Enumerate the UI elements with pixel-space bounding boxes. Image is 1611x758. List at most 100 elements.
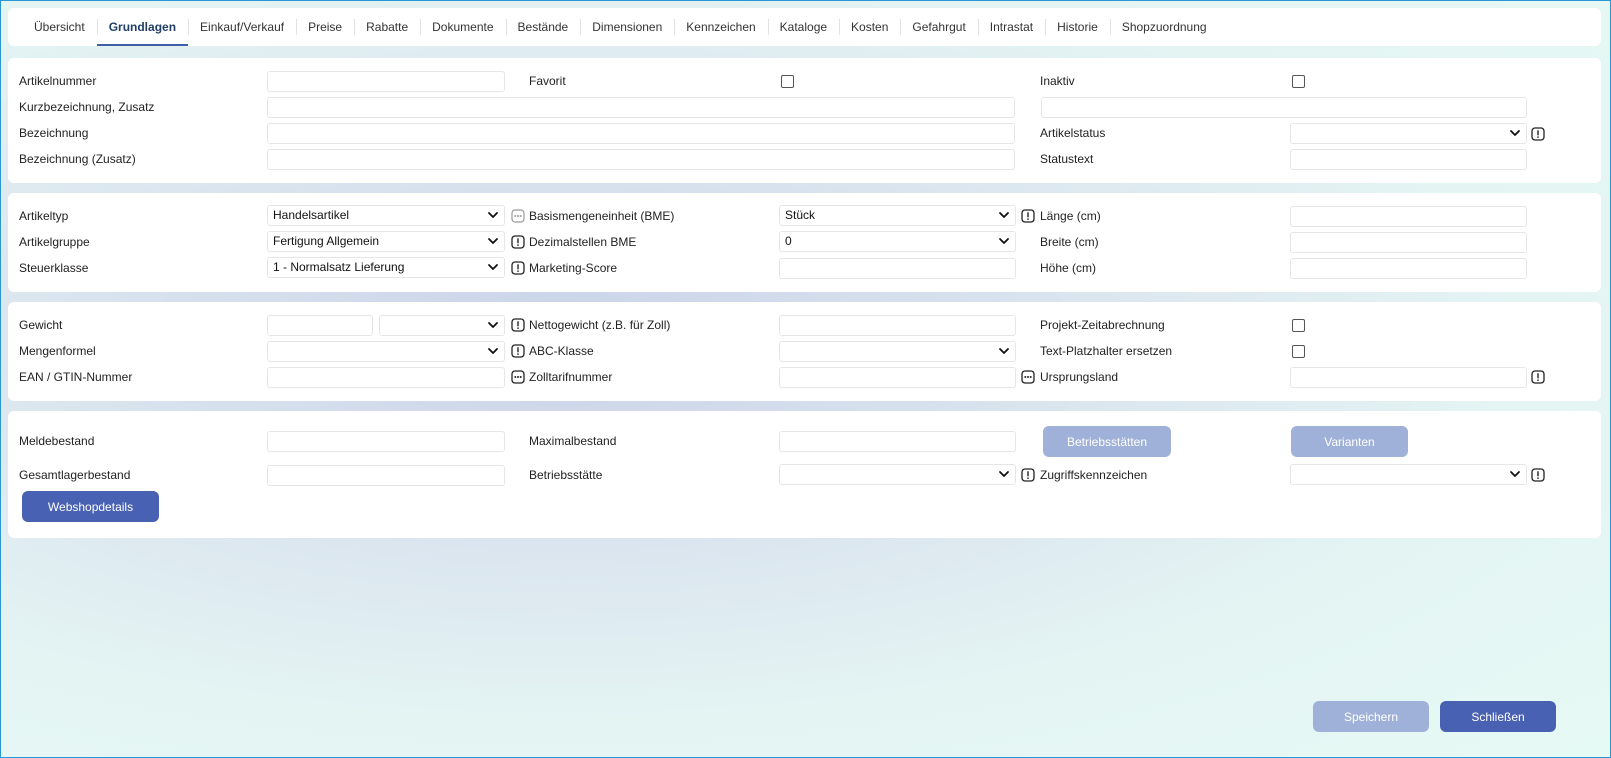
hoehe-input[interactable] (1290, 258, 1527, 279)
tab-dokumente[interactable]: Dokumente (420, 8, 505, 46)
bezeichnung-zusatz-input[interactable] (267, 149, 1015, 170)
bme-select[interactable]: Stück (779, 205, 1016, 226)
gesamtlagerbestand-input[interactable] (267, 465, 505, 486)
save-button[interactable]: Speichern (1313, 701, 1429, 732)
varianten-button[interactable]: Varianten (1291, 426, 1408, 457)
label-inaktiv: Inaktiv (1040, 74, 1075, 88)
tab-einkauf-verkauf[interactable]: Einkauf/Verkauf (188, 8, 296, 46)
label-kurzbezeichnung: Kurzbezeichnung, Zusatz (19, 100, 155, 114)
tab-shopzuordnung[interactable]: Shopzuordnung (1109, 8, 1219, 46)
more-icon[interactable] (1021, 370, 1035, 384)
betriebsstaetten-button[interactable]: Betriebsstätten (1043, 426, 1171, 457)
marketing-score-input[interactable] (779, 258, 1016, 279)
artikelnummer-input[interactable] (267, 71, 505, 92)
ursprungsland-input[interactable] (1290, 367, 1527, 388)
tab-rabatte[interactable]: Rabatte (354, 8, 420, 46)
more-icon[interactable] (511, 209, 525, 223)
laenge-input[interactable] (1290, 206, 1527, 227)
tab-uebersicht[interactable]: Übersicht (22, 8, 97, 46)
info-icon[interactable] (1021, 209, 1035, 223)
bme-value: Stück (785, 208, 816, 222)
label-zolltarifnummer: Zolltarifnummer (529, 370, 613, 384)
label-nettogewicht: Nettogewicht (z.B. für Zoll) (529, 318, 671, 332)
dezimalstellen-select[interactable]: 0 (779, 231, 1016, 252)
label-zugriffskennzeichen: Zugriffskennzeichen (1040, 468, 1148, 482)
info-icon[interactable] (511, 235, 525, 249)
text-platzhalter-checkbox[interactable] (1292, 345, 1305, 358)
zolltarifnummer-input[interactable] (779, 367, 1016, 388)
steuerklasse-select[interactable]: 1 - Normalsatz Lieferung (267, 257, 505, 278)
chevron-down-icon (486, 260, 500, 274)
steuerklasse-value: 1 - Normalsatz Lieferung (273, 260, 405, 274)
chevron-down-icon (486, 318, 500, 332)
tab-historie[interactable]: Historie (1045, 8, 1110, 46)
tab-grundlagen[interactable]: Grundlagen (96, 8, 189, 46)
tab-kataloge[interactable]: Kataloge (767, 8, 839, 46)
label-gewicht: Gewicht (19, 318, 63, 332)
tab-gefahrgut[interactable]: Gefahrgut (900, 8, 977, 46)
chevron-down-icon (997, 234, 1011, 248)
artikelgruppe-select[interactable]: Fertigung Allgemein (267, 231, 505, 252)
info-icon[interactable] (511, 318, 525, 332)
chevron-down-icon (1508, 467, 1522, 481)
statustext-input[interactable] (1290, 149, 1527, 170)
chevron-down-icon (997, 467, 1011, 481)
info-icon[interactable] (1531, 127, 1545, 141)
tab-bestaende[interactable]: Bestände (505, 8, 581, 46)
section-stock: Meldebestand Maximalbestand Betriebsstät… (8, 411, 1601, 538)
breite-input[interactable] (1290, 232, 1527, 253)
label-dezimalstellen: Dezimalstellen BME (529, 235, 637, 249)
more-icon[interactable] (511, 370, 525, 384)
inaktiv-checkbox[interactable] (1292, 75, 1305, 88)
kurzbezeichnung-zusatz-input[interactable] (1041, 97, 1527, 118)
artikeltyp-value: Handelsartikel (273, 208, 350, 222)
section-classification: Artikeltyp Handelsartikel Basismengenein… (8, 193, 1601, 292)
abc-klasse-select[interactable] (779, 341, 1016, 362)
section-physical: Gewicht Nettogewicht (z.B. für Zoll) Pro… (8, 302, 1601, 401)
kurzbezeichnung-input[interactable] (267, 97, 1015, 118)
tab-dimensionen[interactable]: Dimensionen (580, 8, 674, 46)
label-maximalbestand: Maximalbestand (529, 434, 617, 448)
chevron-down-icon (486, 208, 500, 222)
label-statustext: Statustext (1040, 152, 1094, 166)
info-icon[interactable] (511, 344, 525, 358)
artikelgruppe-value: Fertigung Allgemein (273, 234, 380, 248)
close-button[interactable]: Schließen (1440, 701, 1556, 732)
tab-preise[interactable]: Preise (296, 8, 354, 46)
projekt-zeitabrechnung-checkbox[interactable] (1292, 319, 1305, 332)
nettogewicht-input[interactable] (779, 315, 1016, 336)
ean-input[interactable] (267, 367, 505, 388)
betriebsstaette-select[interactable] (779, 464, 1016, 485)
label-artikelgruppe: Artikelgruppe (19, 235, 90, 249)
artikeltyp-select[interactable]: Handelsartikel (267, 205, 505, 226)
gewicht-unit-select[interactable] (379, 315, 505, 336)
artikelstatus-select[interactable] (1290, 123, 1527, 144)
info-icon[interactable] (1531, 468, 1545, 482)
info-icon[interactable] (1021, 468, 1035, 482)
webshopdetails-button[interactable]: Webshopdetails (22, 491, 159, 522)
label-ursprungsland: Ursprungsland (1040, 370, 1119, 384)
label-breite: Breite (cm) (1040, 235, 1099, 249)
label-laenge: Länge (cm) (1040, 209, 1101, 223)
tab-bar: Übersicht Grundlagen Einkauf/Verkauf Pre… (8, 8, 1601, 46)
label-bezeichnung: Bezeichnung (19, 126, 89, 140)
label-favorit: Favorit (529, 74, 566, 88)
gewicht-input[interactable] (267, 315, 373, 336)
tab-kosten[interactable]: Kosten (839, 8, 900, 46)
info-icon[interactable] (511, 261, 525, 275)
tab-intrastat[interactable]: Intrastat (977, 8, 1045, 46)
meldebestand-input[interactable] (267, 431, 505, 452)
favorit-checkbox[interactable] (781, 75, 794, 88)
label-mengenformel: Mengenformel (19, 344, 96, 358)
maximalbestand-input[interactable] (779, 431, 1016, 452)
label-ean: EAN / GTIN-Nummer (19, 370, 133, 384)
label-artikelstatus: Artikelstatus (1040, 126, 1106, 140)
info-icon[interactable] (1531, 370, 1545, 384)
tab-kennzeichen[interactable]: Kennzeichen (674, 8, 767, 46)
zugriffskennzeichen-select[interactable] (1290, 464, 1527, 485)
dezimalstellen-value: 0 (785, 234, 792, 248)
bezeichnung-input[interactable] (267, 123, 1015, 144)
label-abc-klasse: ABC-Klasse (529, 344, 594, 358)
label-marketing-score: Marketing-Score (529, 261, 618, 275)
mengenformel-select[interactable] (267, 341, 505, 362)
